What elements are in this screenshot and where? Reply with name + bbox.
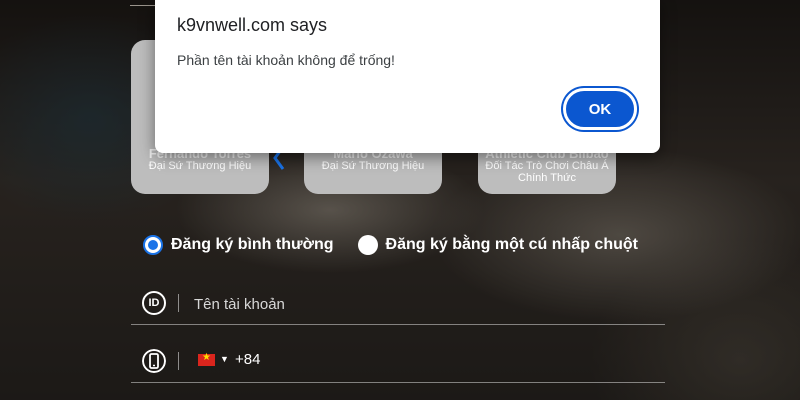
id-icon: ID — [142, 291, 166, 315]
country-code: +84 — [235, 351, 261, 368]
phone-field: ▼ +84 — [131, 338, 665, 383]
dialog-title: k9vnwell.com says — [177, 15, 328, 35]
ambassador-role: Đại Sứ Thương Hiệu — [321, 160, 425, 172]
ambassador-role: Đối Tác Trò Chơi Châu Á Chính Thức — [485, 160, 609, 184]
radio-button-selected[interactable] — [143, 235, 163, 255]
phone-icon — [142, 349, 166, 373]
radio-label: Đăng ký bình thường — [171, 236, 334, 253]
chevron-down-icon[interactable]: ▼ — [220, 354, 229, 364]
alert-dialog: k9vnwell.com says Phần tên tài khoản khô… — [155, 0, 660, 153]
username-input[interactable] — [192, 292, 636, 316]
radio-label: Đăng ký bằng một cú nhấp chuột — [385, 236, 638, 253]
radio-button[interactable] — [357, 235, 378, 255]
vietnam-flag-icon[interactable] — [198, 352, 215, 366]
registration-type-selector: Đăng ký bình thường Đăng ký bằng một cú … — [143, 235, 662, 255]
username-field: ID — [131, 280, 665, 325]
ambassador-role: Đại Sứ Thương Hiệu — [148, 160, 252, 172]
field-separator — [178, 294, 179, 312]
ok-button[interactable]: OK — [563, 88, 637, 130]
radio-one-click-registration[interactable]: Đăng ký bằng một cú nhấp chuột — [357, 235, 638, 255]
dialog-message: Phần tên tài khoản không để trống! — [177, 52, 395, 68]
field-separator — [178, 352, 179, 370]
radio-normal-registration[interactable]: Đăng ký bình thường — [143, 235, 334, 255]
